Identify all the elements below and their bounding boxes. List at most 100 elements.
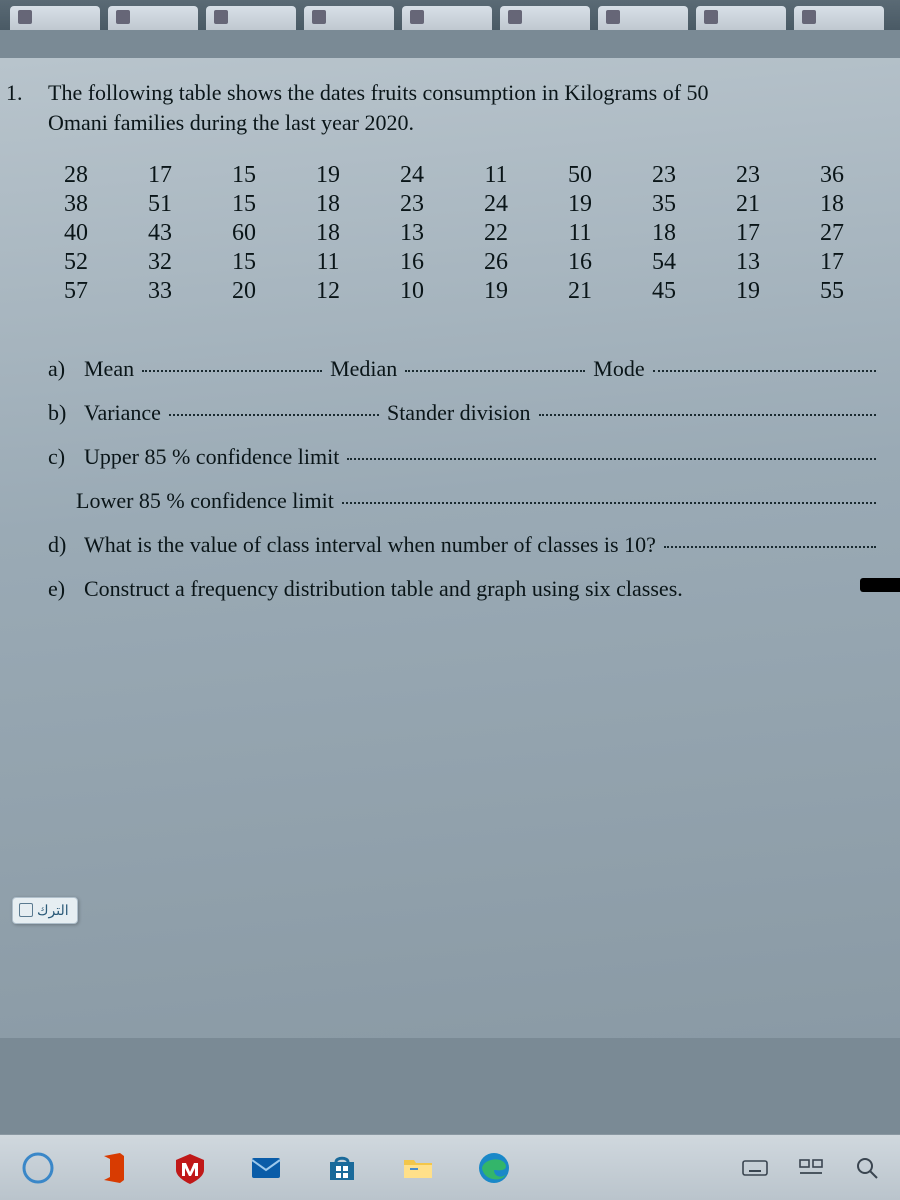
browser-tab[interactable] — [696, 6, 786, 30]
store-icon[interactable] — [322, 1148, 362, 1188]
table-cell: 17 — [118, 161, 202, 190]
table-cell: 19 — [454, 277, 538, 306]
table-cell: 23 — [370, 190, 454, 219]
table-cell: 43 — [118, 219, 202, 248]
table-cell: 32 — [118, 248, 202, 277]
table-cell: 23 — [706, 161, 790, 190]
table-cell: 45 — [622, 277, 706, 306]
table-cell: 19 — [286, 161, 370, 190]
office-icon[interactable] — [94, 1148, 134, 1188]
taskbar — [0, 1134, 900, 1200]
table-cell: 16 — [370, 248, 454, 277]
part-c-row-lower: Lower 85 % confidence limit — [76, 488, 882, 514]
table-cell: 15 — [202, 248, 286, 277]
blank-line[interactable] — [405, 370, 585, 372]
browser-tab[interactable] — [304, 6, 394, 30]
table-cell: 24 — [370, 161, 454, 190]
part-b-row: b) Variance Stander division — [48, 400, 882, 426]
table-cell: 51 — [118, 190, 202, 219]
mcafee-icon[interactable] — [170, 1148, 210, 1188]
table-cell: 23 — [622, 161, 706, 190]
question-parts: a) Mean Median Mode b) Variance Stander … — [48, 356, 882, 602]
blank-line[interactable] — [342, 502, 876, 504]
part-a-row: a) Mean Median Mode — [48, 356, 882, 382]
table-cell: 52 — [34, 248, 118, 277]
part-e-row: e) Construct a frequency distribution ta… — [48, 576, 882, 602]
leave-button[interactable]: الترك — [12, 897, 78, 924]
std-label: Stander division — [387, 400, 531, 426]
table-cell: 15 — [202, 161, 286, 190]
table-cell: 33 — [118, 277, 202, 306]
part-d-label: d) — [48, 532, 74, 558]
table-cell: 18 — [286, 190, 370, 219]
variance-label: Variance — [84, 400, 161, 426]
question-number: 1. — [6, 80, 23, 106]
table-cell: 26 — [454, 248, 538, 277]
browser-tab[interactable] — [794, 6, 884, 30]
table-cell: 18 — [286, 219, 370, 248]
browser-tab[interactable] — [108, 6, 198, 30]
blank-line[interactable] — [664, 546, 876, 548]
table-row: 40436018132211181727 — [34, 219, 874, 248]
blank-line[interactable] — [142, 370, 322, 372]
table-cell: 55 — [790, 277, 874, 306]
table-cell: 17 — [706, 219, 790, 248]
table-cell: 38 — [34, 190, 118, 219]
browser-tab[interactable] — [598, 6, 688, 30]
question-text: The following table shows the dates frui… — [48, 78, 882, 137]
mail-icon[interactable] — [246, 1148, 286, 1188]
table-cell: 54 — [622, 248, 706, 277]
table-cell: 11 — [454, 161, 538, 190]
system-tray — [740, 1153, 882, 1183]
blank-line[interactable] — [347, 458, 876, 460]
table-row: 57332012101921451955 — [34, 277, 874, 306]
search-icon[interactable] — [852, 1153, 882, 1183]
browser-tab[interactable] — [402, 6, 492, 30]
table-cell: 13 — [706, 248, 790, 277]
blank-line[interactable] — [653, 370, 876, 372]
table-cell: 20 — [202, 277, 286, 306]
table-cell: 36 — [790, 161, 874, 190]
table-cell: 21 — [706, 190, 790, 219]
browser-tab[interactable] — [206, 6, 296, 30]
keyboard-icon[interactable] — [740, 1153, 770, 1183]
part-b-label: b) — [48, 400, 74, 426]
question-line-2: Omani families during the last year 2020… — [48, 110, 414, 135]
table-cell: 17 — [790, 248, 874, 277]
median-label: Median — [330, 356, 397, 382]
mode-label: Mode — [593, 356, 644, 382]
table-cell: 60 — [202, 219, 286, 248]
part-d-row: d) What is the value of class interval w… — [48, 532, 882, 558]
part-e-label: e) — [48, 576, 74, 602]
table-cell: 40 — [34, 219, 118, 248]
table-cell: 21 — [538, 277, 622, 306]
table-cell: 27 — [790, 219, 874, 248]
table-cell: 35 — [622, 190, 706, 219]
cortana-icon[interactable] — [18, 1148, 58, 1188]
part-d-text: What is the value of class interval when… — [84, 532, 656, 558]
part-a-label: a) — [48, 356, 74, 382]
table-cell: 16 — [538, 248, 622, 277]
table-cell: 24 — [454, 190, 538, 219]
task-view-icon[interactable] — [796, 1153, 826, 1183]
table-cell: 22 — [454, 219, 538, 248]
table-cell: 10 — [370, 277, 454, 306]
blank-line[interactable] — [539, 414, 876, 416]
question-line-1: The following table shows the dates frui… — [48, 80, 709, 105]
file-explorer-icon[interactable] — [398, 1148, 438, 1188]
browser-tab[interactable] — [500, 6, 590, 30]
table-cell: 12 — [286, 277, 370, 306]
data-table: 2817151924115023233638511518232419352118… — [34, 161, 874, 306]
table-cell: 15 — [202, 190, 286, 219]
browser-tab[interactable] — [10, 6, 100, 30]
table-cell: 50 — [538, 161, 622, 190]
blank-line[interactable] — [169, 414, 379, 416]
table-cell: 19 — [706, 277, 790, 306]
table-cell: 18 — [790, 190, 874, 219]
table-row: 28171519241150232336 — [34, 161, 874, 190]
table-cell: 11 — [286, 248, 370, 277]
lower-limit-label: Lower 85 % confidence limit — [76, 488, 334, 514]
part-c-label: c) — [48, 444, 74, 470]
window-tabs-strip — [0, 0, 900, 30]
edge-icon[interactable] — [474, 1148, 514, 1188]
